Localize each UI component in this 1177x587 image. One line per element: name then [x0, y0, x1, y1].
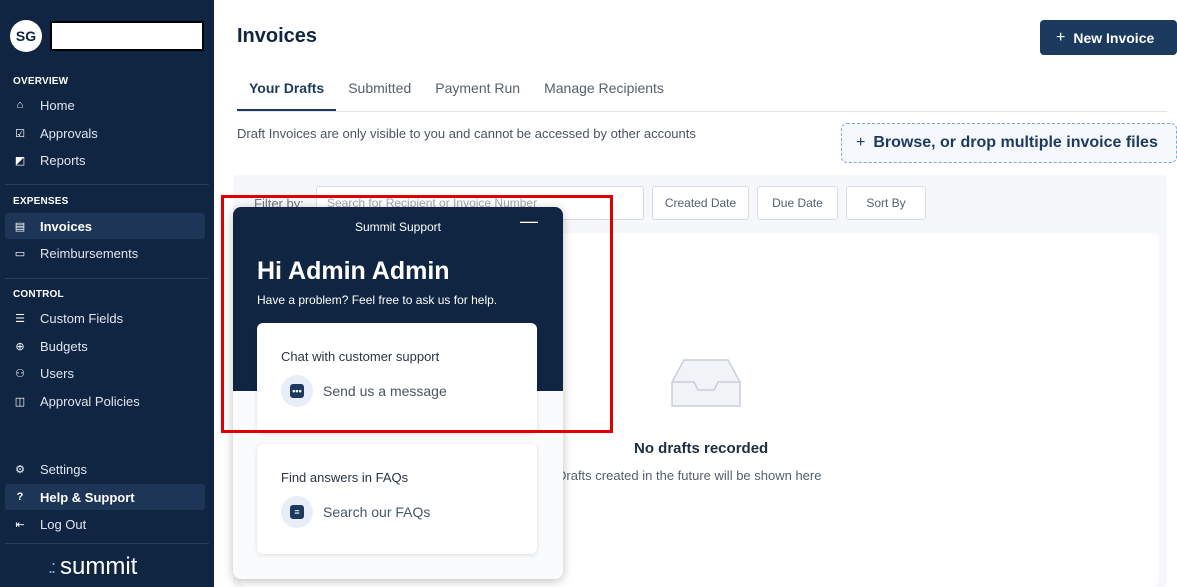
sidebar-item-label: Reports — [40, 152, 86, 168]
chat-bubble-icon: ••• — [281, 375, 313, 407]
tab-submitted[interactable]: Submitted — [336, 80, 423, 111]
sidebar-item-label: Approval Policies — [40, 393, 140, 409]
logo-text: summit — [60, 553, 138, 580]
created-date-filter[interactable]: Created Date — [652, 186, 749, 220]
invoice-icon: ▤ — [14, 220, 26, 233]
sidebar-item-reimbursements[interactable]: ▭ Reimbursements — [5, 240, 205, 266]
due-date-filter[interactable]: Due Date — [757, 186, 838, 220]
card-title: Find answers in FAQs — [281, 470, 409, 485]
section-overview: OVERVIEW — [13, 76, 69, 87]
card-action-label: Search our FAQs — [323, 504, 431, 520]
budget-icon: ⊕ — [15, 340, 25, 353]
sidebar-item-label: Invoices — [40, 218, 93, 234]
sidebar-item-log-out[interactable]: ⇤ Log Out — [5, 511, 205, 537]
sidebar-item-label: Help & Support — [40, 489, 135, 505]
chart-icon: ◩ — [14, 154, 26, 167]
document-icon: ≡ — [281, 496, 313, 528]
new-invoice-button[interactable]: + New Invoice — [1040, 20, 1177, 55]
sidebar-item-approval-policies[interactable]: ◫ Approval Policies — [5, 388, 205, 414]
sidebar-item-custom-fields[interactable]: ☰ Custom Fields — [5, 305, 205, 331]
summit-logo: .: summit — [48, 553, 137, 581]
sidebar-item-label: Log Out — [40, 516, 87, 532]
checkbox-icon: ☑ — [15, 127, 25, 140]
section-expenses: EXPENSES — [13, 196, 69, 207]
tab-manage-recipients[interactable]: Manage Recipients — [532, 80, 676, 111]
sidebar-item-label: Custom Fields — [40, 310, 124, 326]
sidebar-item-label: Settings — [40, 461, 87, 477]
browse-label: Browse, or drop multiple invoice files — [873, 134, 1158, 151]
new-invoice-label: New Invoice — [1073, 29, 1155, 46]
minimize-icon[interactable]: — — [520, 211, 538, 232]
card-title: Chat with customer support — [281, 349, 440, 364]
sidebar-item-budgets[interactable]: ⊕ Budgets — [5, 333, 205, 359]
sidebar-item-invoices[interactable]: ▤ Invoices — [5, 213, 205, 239]
sidebar-item-reports[interactable]: ◩ Reports — [5, 147, 205, 173]
tab-payment-run[interactable]: Payment Run — [423, 80, 532, 111]
sort-by-button[interactable]: Sort By — [846, 186, 926, 220]
support-widget: Summit Support — Hi Admin Admin Have a p… — [233, 207, 563, 579]
policy-icon: ◫ — [14, 395, 26, 408]
drafts-notice: Draft Invoices are only visible to you a… — [237, 126, 696, 141]
sidebar-item-home[interactable]: ⌂ Home — [5, 92, 205, 118]
sidebar-item-label: Home — [40, 97, 75, 113]
users-icon: ⚇ — [15, 367, 25, 380]
divider — [5, 184, 209, 185]
cash-icon: ▭ — [14, 247, 26, 260]
home-icon: ⌂ — [16, 99, 24, 111]
sidebar-item-help-support[interactable]: ? Help & Support — [5, 484, 205, 510]
sidebar-item-label: Budgets — [40, 338, 88, 354]
gear-icon: ⚙ — [15, 463, 25, 476]
plus-icon: + — [856, 134, 866, 151]
support-title: Summit Support — [354, 220, 442, 234]
sidebar-item-approvals[interactable]: ☑ Approvals — [5, 120, 205, 146]
chat-support-card[interactable]: Chat with customer support ••• Send us a… — [257, 323, 537, 433]
file-drop-zone[interactable]: + Browse, or drop multiple invoice files — [841, 123, 1177, 163]
empty-state-title: No drafts recorded — [634, 440, 769, 457]
support-description: Have a problem? Feel free to ask us for … — [257, 293, 498, 307]
sidebar-item-label: Reimbursements — [40, 245, 139, 261]
avatar[interactable]: SG — [10, 20, 42, 52]
empty-state-subtitle: Drafts created in the future will be sho… — [557, 468, 822, 483]
tab-bar: Your Drafts Submitted Payment Run Manage… — [237, 80, 1167, 112]
sidebar: SG OVERVIEW ⌂ Home ☑ Approvals ◩ Reports… — [0, 0, 214, 587]
sidebar-item-settings[interactable]: ⚙ Settings — [5, 456, 205, 482]
org-name-box[interactable] — [50, 21, 204, 51]
inbox-tray-icon — [671, 359, 741, 407]
send-message-link[interactable]: ••• Send us a message — [281, 375, 447, 407]
fields-icon: ☰ — [15, 312, 25, 325]
search-faqs-link[interactable]: ≡ Search our FAQs — [281, 496, 430, 528]
sidebar-header: SG — [10, 20, 206, 52]
logo-dots-icon: .: — [48, 556, 56, 577]
tab-your-drafts[interactable]: Your Drafts — [237, 80, 337, 111]
divider — [5, 543, 209, 544]
sidebar-item-users[interactable]: ⚇ Users — [5, 360, 205, 386]
logout-icon: ⇤ — [15, 518, 25, 531]
section-control: CONTROL — [13, 289, 64, 300]
faq-card[interactable]: Find answers in FAQs ≡ Search our FAQs — [257, 444, 537, 554]
support-greeting: Hi Admin Admin — [257, 257, 450, 285]
divider — [5, 278, 209, 279]
plus-icon: + — [1056, 28, 1066, 46]
help-icon: ? — [16, 491, 24, 503]
sidebar-item-label: Users — [40, 365, 74, 381]
card-action-label: Send us a message — [323, 383, 447, 399]
page-title: Invoices — [237, 25, 318, 47]
sidebar-item-label: Approvals — [40, 125, 98, 141]
